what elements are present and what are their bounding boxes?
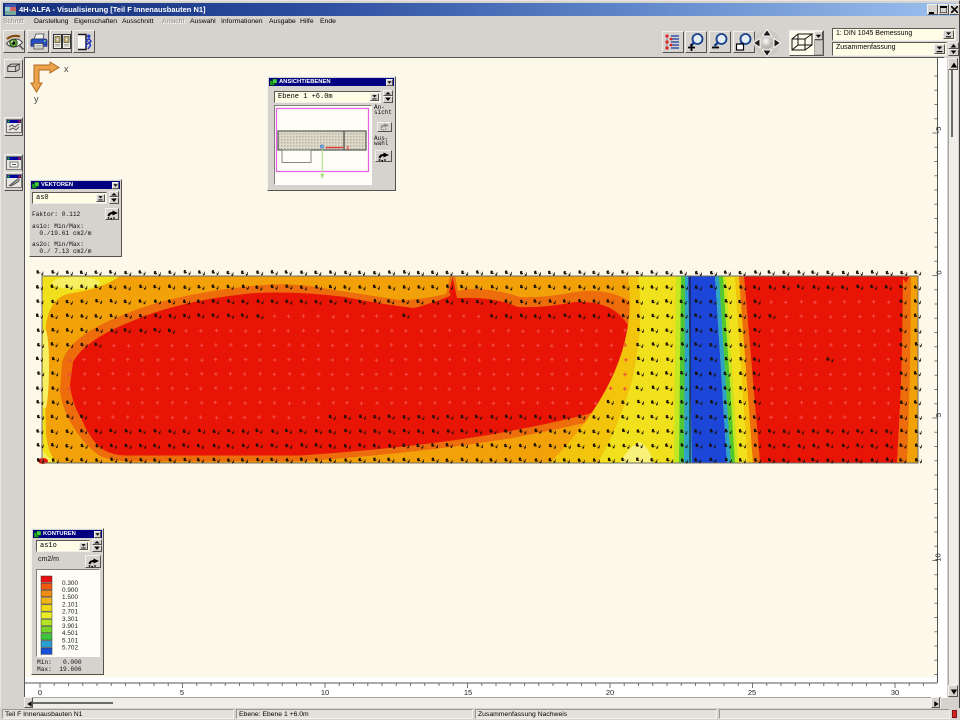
svg-text:x: x (346, 145, 350, 152)
svg-text:3.301: 3.301 (62, 616, 78, 623)
svg-text:5.702: 5.702 (62, 645, 78, 652)
svg-text:10: 10 (321, 688, 329, 697)
svg-text:2.701: 2.701 (62, 609, 78, 616)
svg-text:4.501: 4.501 (62, 630, 78, 637)
svg-text:2.101: 2.101 (62, 601, 78, 608)
svg-text:5: 5 (934, 413, 943, 417)
svg-text:30: 30 (891, 688, 899, 697)
svg-text:5.101: 5.101 (62, 637, 78, 644)
svg-text:0: 0 (38, 688, 42, 697)
svg-text:3.901: 3.901 (62, 623, 78, 630)
svg-text:0.900: 0.900 (62, 587, 78, 594)
svg-text:25: 25 (748, 688, 756, 697)
svg-text:15: 15 (464, 688, 472, 697)
svg-text:-5: -5 (934, 127, 943, 134)
svg-text:5: 5 (180, 688, 184, 697)
svg-text:20: 20 (606, 688, 614, 697)
svg-text:1.500: 1.500 (62, 594, 78, 601)
svg-text:0: 0 (935, 270, 944, 274)
svg-text:10: 10 (934, 553, 943, 561)
svg-text:0.300: 0.300 (62, 580, 78, 587)
